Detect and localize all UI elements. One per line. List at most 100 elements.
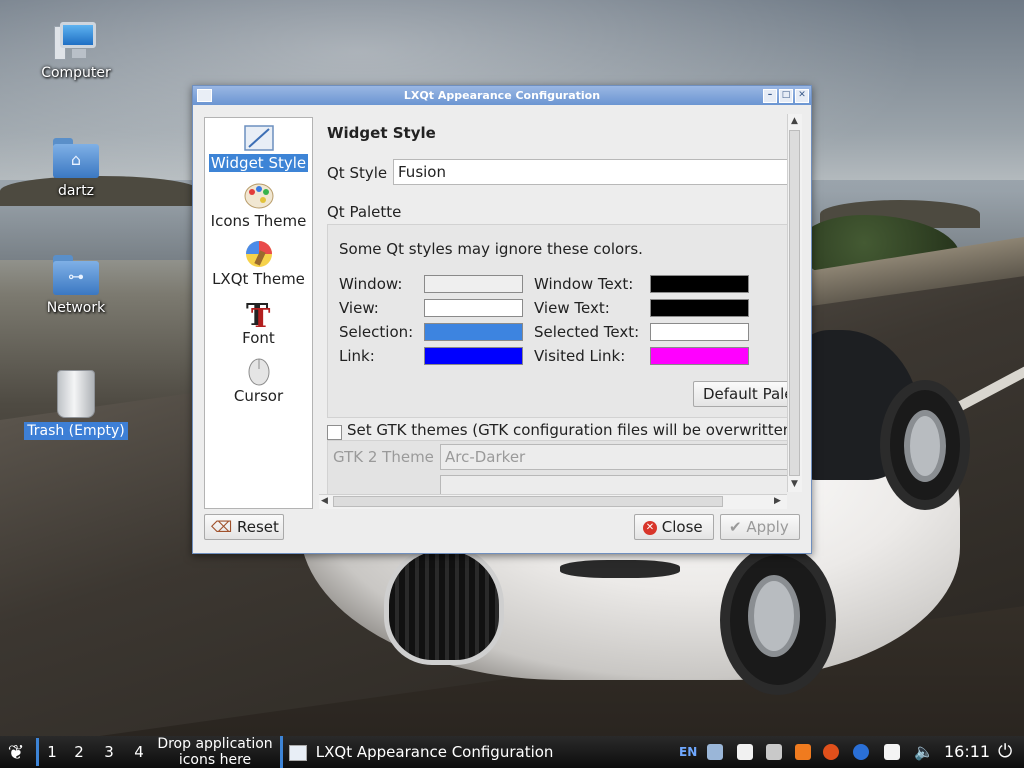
visited-link-color-label: Visited Link: xyxy=(534,347,626,365)
widget-style-page: Widget Style Qt Style Fusion Qt Palette … xyxy=(319,114,787,502)
clock[interactable]: 16:11 xyxy=(944,736,990,768)
volume-icon[interactable]: 🔈 xyxy=(914,736,934,768)
desktop-show-icon[interactable] xyxy=(884,744,900,760)
vertical-scrollbar[interactable]: ▲ ▼ xyxy=(787,114,802,492)
apply-button[interactable]: ✔ Apply xyxy=(720,514,800,540)
window-color-button[interactable] xyxy=(424,275,523,293)
font-icon: TT xyxy=(243,298,275,334)
main-menu-button[interactable]: ❦ xyxy=(4,736,28,768)
sidebar-item-font[interactable]: TT Font xyxy=(205,298,312,347)
checkmark-icon: ✔ xyxy=(729,518,742,536)
qt-style-select[interactable]: Fusion xyxy=(393,159,787,185)
desktop-icon-label: Network xyxy=(46,300,106,316)
settings-sidebar: Widget Style Icons Theme LXQt Theme TT F… xyxy=(204,117,313,509)
clipboard-icon[interactable] xyxy=(737,744,753,760)
window-titlebar[interactable]: LXQt Appearance Configuration – □ ✕ xyxy=(193,86,811,105)
close-icon: ✕ xyxy=(643,520,657,535)
icons-theme-icon xyxy=(243,181,275,211)
view-color-label: View: xyxy=(339,299,379,317)
window-text-color-label: Window Text: xyxy=(534,275,634,293)
scroll-left-icon[interactable]: ◀ xyxy=(321,496,328,506)
link-color-label: Link: xyxy=(339,347,375,365)
desktop-icon-label: Computer xyxy=(41,65,111,81)
view-text-color-button[interactable] xyxy=(650,299,749,317)
sidebar-item-label: Icons Theme xyxy=(210,212,307,230)
notification-icon[interactable] xyxy=(853,744,869,760)
desktop-icon-network[interactable]: ⊶ Network xyxy=(21,255,131,317)
workspace-3-button[interactable]: 3 xyxy=(96,738,122,766)
sidebar-item-lxqt-theme[interactable]: LXQt Theme xyxy=(205,239,312,288)
close-window-button[interactable]: ✕ xyxy=(795,89,809,103)
scroll-right-icon[interactable]: ▶ xyxy=(774,496,781,506)
sidebar-item-label: Widget Style xyxy=(208,154,309,172)
selection-color-button[interactable] xyxy=(424,323,523,341)
close-button[interactable]: ✕ Close xyxy=(634,514,714,540)
reset-button-label: Reset xyxy=(237,518,279,536)
lxqt-theme-icon xyxy=(243,239,275,269)
sidebar-item-widget-style[interactable]: Widget Style xyxy=(205,123,312,172)
apply-button-label: Apply xyxy=(746,518,789,536)
power-manager-icon[interactable] xyxy=(823,744,839,760)
qt-palette-group: Some Qt styles may ignore these colors. … xyxy=(327,224,787,418)
workspace-2-button[interactable]: 2 xyxy=(66,738,92,766)
reset-button[interactable]: ⌫ Reset xyxy=(204,514,284,540)
desktop-icon-label: Trash (Empty) xyxy=(24,422,128,440)
scroll-up-icon[interactable]: ▲ xyxy=(791,116,798,126)
lxqt-menu-icon: ❦ xyxy=(7,740,25,764)
widget-style-icon xyxy=(243,123,275,153)
quicklaunch-hint-line2: icons here xyxy=(178,752,252,768)
appearance-config-window: LXQt Appearance Configuration – □ ✕ Widg… xyxy=(192,85,812,554)
default-palette-button[interactable]: Default Pale xyxy=(693,381,787,407)
view-color-button[interactable] xyxy=(424,299,523,317)
visited-link-color-button[interactable] xyxy=(650,347,749,365)
svg-text:T: T xyxy=(251,304,271,328)
gtk-themes-group: GTK 2 Theme Arc-Darker xyxy=(327,440,787,502)
qt-palette-label: Qt Palette xyxy=(327,203,402,221)
link-color-button[interactable] xyxy=(424,347,523,365)
window-text-color-button[interactable] xyxy=(650,275,749,293)
view-text-color-label: View Text: xyxy=(534,299,610,317)
taskbar: ❦ 1 2 3 4 Drop application icons here LX… xyxy=(0,736,1024,768)
taskbar-window-title: LXQt Appearance Configuration xyxy=(315,743,554,761)
workspace-1-button[interactable]: 1 xyxy=(36,738,65,766)
qt-style-label: Qt Style xyxy=(327,164,388,182)
tools-icon[interactable] xyxy=(766,744,782,760)
workspace-4-button[interactable]: 4 xyxy=(126,738,152,766)
gtk2-theme-select[interactable]: Arc-Darker xyxy=(440,444,787,470)
palette-note: Some Qt styles may ignore these colors. xyxy=(339,240,643,258)
desktop-icon-label: dartz xyxy=(57,183,95,199)
sidebar-item-icons-theme[interactable]: Icons Theme xyxy=(205,181,312,230)
quicklaunch-area[interactable]: Drop application icons here xyxy=(150,736,280,768)
taskbar-window-button[interactable]: LXQt Appearance Configuration xyxy=(280,736,589,768)
horizontal-scroll-thumb[interactable] xyxy=(333,496,723,507)
cursor-icon xyxy=(243,356,275,386)
car-front-wheel xyxy=(720,545,836,695)
keyboard-layout-indicator[interactable]: EN xyxy=(679,736,697,768)
quicklaunch-hint-line1: Drop application xyxy=(157,736,273,752)
maximize-button[interactable]: □ xyxy=(779,89,793,103)
vertical-scroll-thumb[interactable] xyxy=(789,130,800,476)
minimize-button[interactable]: – xyxy=(763,89,777,103)
scroll-down-icon[interactable]: ▼ xyxy=(791,479,798,489)
gtk2-theme-label: GTK 2 Theme xyxy=(333,448,434,466)
update-icon[interactable] xyxy=(795,744,811,760)
desktop-icon-home[interactable]: ⌂ dartz xyxy=(21,138,131,200)
gtk-themes-checkbox-label: Set GTK themes (GTK configuration files … xyxy=(347,421,787,439)
desktop-icon-computer[interactable]: Computer xyxy=(21,22,131,82)
sidebar-item-label: Cursor xyxy=(233,387,284,405)
car-grille xyxy=(384,545,504,665)
sidebar-item-cursor[interactable]: Cursor xyxy=(205,356,312,405)
gtk-themes-checkbox[interactable] xyxy=(327,425,342,440)
close-button-label: Close xyxy=(661,518,703,536)
shutdown-icon[interactable]: ⏻ xyxy=(998,736,1012,768)
home-folder-icon: ⌂ xyxy=(53,138,99,178)
selected-text-color-label: Selected Text: xyxy=(534,323,640,341)
horizontal-scrollbar[interactable]: ◀ ▶ xyxy=(319,494,787,509)
network-icon[interactable] xyxy=(707,744,723,760)
desktop-icon-trash[interactable]: Trash (Empty) xyxy=(21,370,131,440)
window-title: LXQt Appearance Configuration xyxy=(403,89,601,102)
computer-icon xyxy=(54,22,98,60)
broom-icon: ⌫ xyxy=(211,518,233,536)
car-headlamp xyxy=(560,560,680,578)
selected-text-color-button[interactable] xyxy=(650,323,749,341)
